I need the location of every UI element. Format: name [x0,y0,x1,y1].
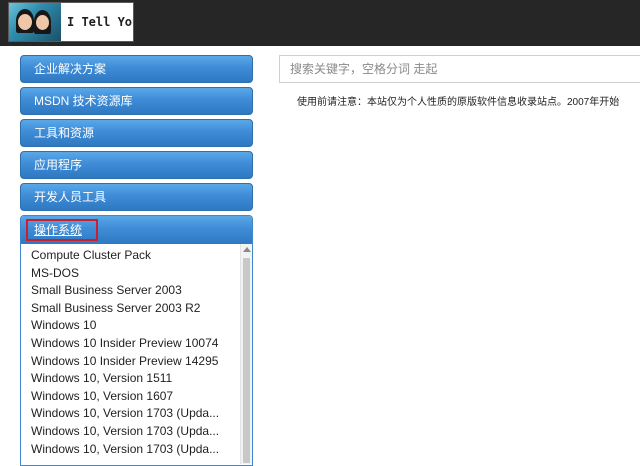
os-list-item[interactable]: Small Business Server 2003 [31,282,234,300]
os-list-item[interactable]: Small Business Server 2003 R2 [31,300,234,318]
os-list-item[interactable]: Windows 10 Insider Preview 14295 [31,353,234,371]
os-list-container: Compute Cluster Pack MS-DOS Small Busine… [21,244,252,464]
scroll-up-icon[interactable] [243,247,251,252]
os-section-title[interactable]: 操作系统 [26,219,98,241]
site-notice: 使用前请注意：本站仅为个人性质的原版软件信息收录站点。2007年开始 [297,97,620,108]
os-section-header[interactable]: 操作系统 [21,216,252,244]
logo-text: I Tell You [67,15,134,29]
os-list-item[interactable]: Windows 10, Version 1703 (Upda... [31,441,234,459]
os-list-item[interactable]: Windows 10, Version 1511 [31,370,234,388]
os-list: Compute Cluster Pack MS-DOS Small Busine… [31,247,234,458]
scroll-thumb[interactable] [243,258,250,463]
site-logo[interactable]: I Tell You [8,2,134,42]
logo-photo [9,3,61,41]
sidebar-section-os: 操作系统 Compute Cluster Pack MS-DOS Small B… [20,215,253,466]
os-list-item[interactable]: Compute Cluster Pack [31,247,234,265]
sidebar-item-applications[interactable]: 应用程序 [20,151,253,179]
os-list-item[interactable]: Windows 10, Version 1703 (Upda... [31,405,234,423]
sidebar-item-tools-resources[interactable]: 工具和资源 [20,119,253,147]
sidebar: 企业解决方案 MSDN 技术资源库 工具和资源 应用程序 开发人员工具 操作系统… [20,55,253,466]
sidebar-item-msdn-library[interactable]: MSDN 技术资源库 [20,87,253,115]
top-bar: I Tell You [0,0,640,46]
os-list-item[interactable]: Windows 10 Insider Preview 10074 [31,335,234,353]
logo-face-left [18,14,32,30]
os-list-item[interactable]: Windows 10, Version 1703 (Upda... [31,423,234,441]
os-list-item[interactable]: Windows 10 [31,317,234,335]
search-input[interactable]: 搜索关键字，空格分词 走起 [279,55,640,83]
os-list-item[interactable]: Windows 10, Version 1607 [31,388,234,406]
os-list-item[interactable]: MS-DOS [31,265,234,283]
os-list-scrollbar[interactable] [240,244,252,464]
sidebar-item-developer-tools[interactable]: 开发人员工具 [20,183,253,211]
logo-face-right [36,15,49,30]
sidebar-item-enterprise-solutions[interactable]: 企业解决方案 [20,55,253,83]
